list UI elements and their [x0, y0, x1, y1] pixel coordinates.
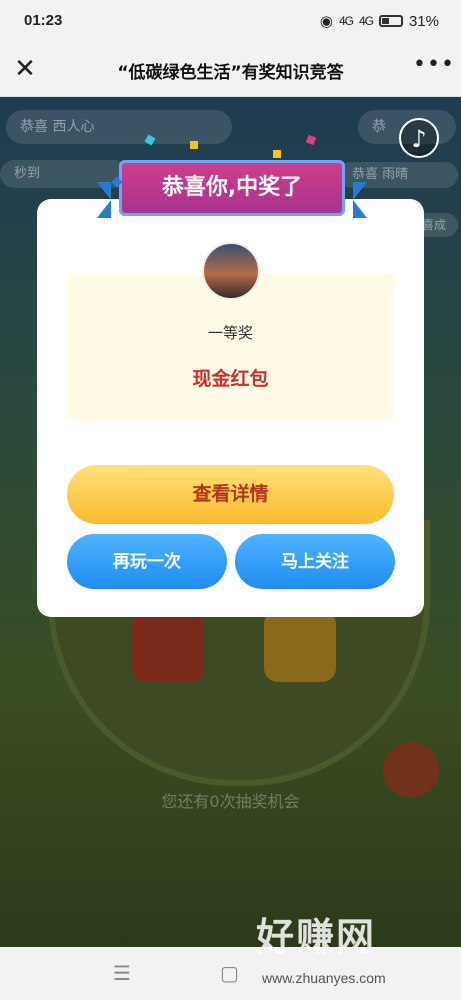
signal-icon-2: 4G: [358, 14, 374, 28]
star-icon-2: [273, 150, 281, 158]
battery-icon: [378, 15, 403, 27]
congrats-banner: 恭喜你,中奖了: [97, 160, 367, 218]
watermark-logo: 好赚网: [256, 915, 377, 959]
menu-icon[interactable]: ☰: [113, 961, 131, 985]
play-again-button[interactable]: 再玩一次: [67, 534, 227, 589]
wifi-icon: ◉: [319, 13, 333, 30]
winner-pill: 恭喜 西人心: [6, 110, 232, 144]
signal-icon: 4G: [338, 14, 354, 28]
page-title: “低碳绿色生活”有奖知识竞答: [117, 63, 344, 83]
prize-name: 现金红包: [192, 368, 269, 390]
win-dialog: 一等奖 现金红包 查看详情 再玩一次 马上关注: [37, 199, 424, 617]
status-bar: 01:23 ◉ 4G 4G 31%: [0, 0, 461, 44]
watermark-url: www.zhuanyes.com: [262, 970, 386, 986]
nav-bar: ✕ “低碳绿色生活”有奖知识竞答 •••: [0, 44, 461, 97]
avatar: [202, 242, 260, 300]
home-icon[interactable]: ▢: [220, 961, 239, 985]
follow-button[interactable]: 马上关注: [235, 534, 395, 589]
prize-level: 一等奖: [207, 324, 253, 342]
star-icon: [190, 141, 198, 149]
chances-tip: 您还有0次抽奖机会: [161, 792, 300, 811]
status-icons: ◉ 4G 4G 31%: [319, 12, 439, 31]
more-icon[interactable]: •••: [413, 52, 454, 82]
close-icon[interactable]: ✕: [10, 54, 40, 84]
wheel-segment-dna: [264, 610, 336, 682]
clock: 01:23: [24, 12, 63, 29]
music-icon[interactable]: ♪: [399, 118, 439, 158]
view-details-button[interactable]: 查看详情: [67, 465, 394, 524]
wheel-segment-recycle: [132, 610, 204, 682]
my-prize-icon[interactable]: [383, 742, 439, 798]
system-nav-bar: ☰ ▢: [0, 947, 461, 1000]
battery-level: 31%: [408, 12, 439, 30]
